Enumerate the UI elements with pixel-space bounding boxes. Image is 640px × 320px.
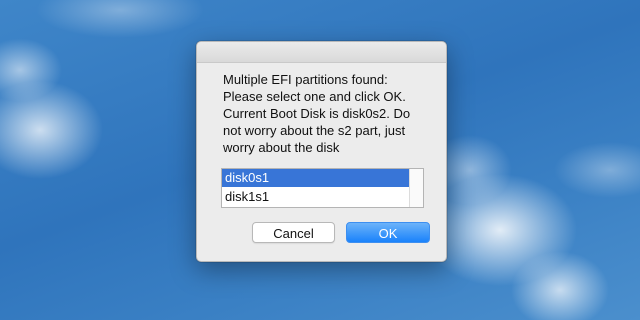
ok-button[interactable]: OK — [346, 222, 430, 243]
list-scrollbar[interactable] — [409, 169, 423, 207]
message-line: Current Boot Disk is disk0s2. Do — [223, 106, 411, 121]
message-line: Please select one and click OK. — [223, 89, 406, 104]
desktop-background: Multiple EFI partitions found: Please se… — [0, 0, 640, 320]
message-line: not worry about the s2 part, just — [223, 123, 406, 138]
dialog-titlebar[interactable] — [197, 42, 446, 63]
cancel-button[interactable]: Cancel — [252, 222, 335, 243]
list-item-disk1s1[interactable]: disk1s1 — [222, 188, 409, 206]
message-line: worry about the disk — [223, 140, 340, 155]
dialog-message: Multiple EFI partitions found: Please se… — [223, 71, 428, 156]
partition-list[interactable]: disk0s1 disk1s1 — [221, 168, 424, 208]
message-line: Multiple EFI partitions found: — [223, 72, 388, 87]
efi-partition-dialog: Multiple EFI partitions found: Please se… — [196, 41, 447, 262]
list-item-disk0s1[interactable]: disk0s1 — [222, 169, 409, 187]
